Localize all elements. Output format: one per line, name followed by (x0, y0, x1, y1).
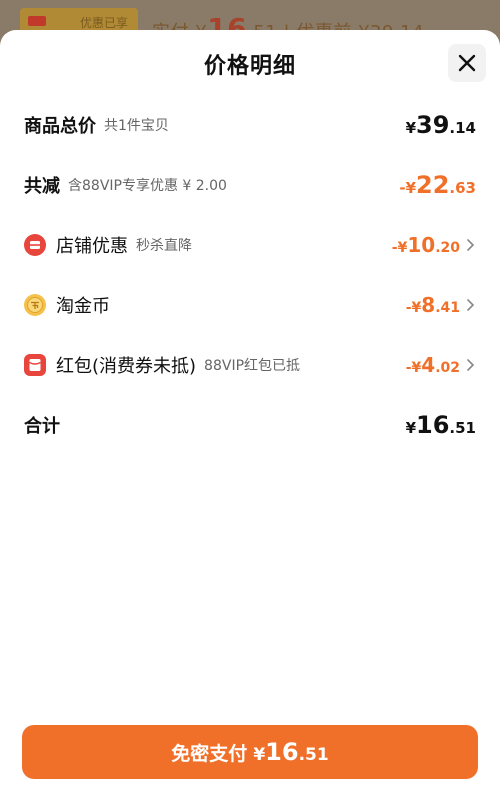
taojinbi-dec: .41 (435, 300, 460, 316)
taojinbi-amount: -¥ 8.41 (406, 293, 460, 317)
pay-button-dec: .51 (298, 745, 329, 765)
red-envelope-currency: -¥ (405, 360, 422, 376)
shop-discount-label: 店铺优惠 (56, 236, 128, 257)
total-discount-dec: .63 (449, 179, 476, 197)
red-envelope-label: 红包(消费券未抵) (56, 356, 197, 377)
row-total-discount: 共减 含88VIP专享优惠 ¥ 2.00 -¥ 22.63 (24, 170, 476, 200)
goods-total-dec: .14 (449, 119, 476, 137)
grand-total-dec: .51 (449, 419, 476, 437)
goods-total-label: 商品总价 (24, 116, 96, 137)
pay-button-amount: ¥16.51 (253, 738, 328, 766)
red-envelope-icon (24, 354, 46, 376)
thumbnail-text: 优惠已享 (79, 16, 128, 30)
price-detail-sheet: 价格明细 商品总价 共1件宝贝 ¥39.14 共减 含88VIP专享优惠 ¥ 2… (0, 30, 500, 797)
red-envelope-dec: .02 (435, 360, 460, 376)
taojinbi-currency: -¥ (405, 300, 422, 316)
taojinbi-label: 淘金币 (56, 296, 110, 317)
gold-coin-icon (24, 294, 46, 316)
total-discount-amount: -¥ 22.63 (399, 171, 476, 199)
sheet-header: 价格明细 (0, 30, 500, 96)
chevron-right-icon (467, 359, 475, 371)
shop-discount-dec: .20 (435, 240, 460, 256)
row-red-envelope[interactable]: 红包(消费券未抵) 88VIP红包已抵 -¥ 4.02 (24, 350, 476, 380)
grand-total-currency: ¥ (405, 419, 417, 437)
goods-total-amount: ¥39.14 (406, 111, 476, 139)
grand-total-int: 16 (416, 411, 450, 439)
total-discount-int: 22 (416, 171, 450, 199)
grand-total-label: 合计 (24, 416, 60, 437)
goods-total-currency: ¥ (405, 119, 417, 137)
shop-discount-amount: -¥ 10.20 (392, 233, 460, 257)
total-discount-sub: 含88VIP专享优惠 ¥ 2.00 (68, 178, 227, 194)
goods-total-sub: 共1件宝贝 (104, 118, 169, 134)
red-envelope-sub: 88VIP红包已抵 (204, 358, 301, 374)
row-goods-total: 商品总价 共1件宝贝 ¥39.14 (24, 110, 476, 140)
row-taojinbi[interactable]: 淘金币 -¥ 8.41 (24, 290, 476, 320)
goods-total-int: 39 (416, 111, 450, 139)
row-grand-total: 合计 ¥16.51 (24, 410, 476, 440)
password-free-pay-button[interactable]: 免密支付 ¥16.51 (22, 725, 478, 779)
shop-discount-currency: -¥ (391, 240, 408, 256)
row-shop-discount[interactable]: 店铺优惠 秒杀直降 -¥ 10.20 (24, 230, 476, 260)
shop-discount-int: 10 (407, 233, 436, 257)
shop-coupon-icon (24, 234, 46, 256)
pay-button-currency: ¥ (253, 745, 266, 765)
pay-button-label: 免密支付 (171, 742, 248, 765)
close-button[interactable] (448, 44, 486, 82)
red-envelope-int: 4 (421, 353, 436, 377)
close-icon (458, 54, 476, 72)
grand-total-amount: ¥16.51 (406, 411, 476, 439)
chevron-right-icon (467, 239, 475, 251)
taojinbi-int: 8 (421, 293, 436, 317)
red-envelope-amount: -¥ 4.02 (406, 353, 460, 377)
sheet-title: 价格明细 (203, 54, 296, 79)
total-discount-currency: -¥ (399, 179, 417, 197)
pay-button-int: 16 (265, 738, 299, 766)
shop-discount-sub: 秒杀直降 (136, 238, 192, 254)
chevron-right-icon (467, 299, 475, 311)
thumbnail-badge (28, 16, 46, 26)
total-discount-label: 共减 (24, 176, 60, 197)
